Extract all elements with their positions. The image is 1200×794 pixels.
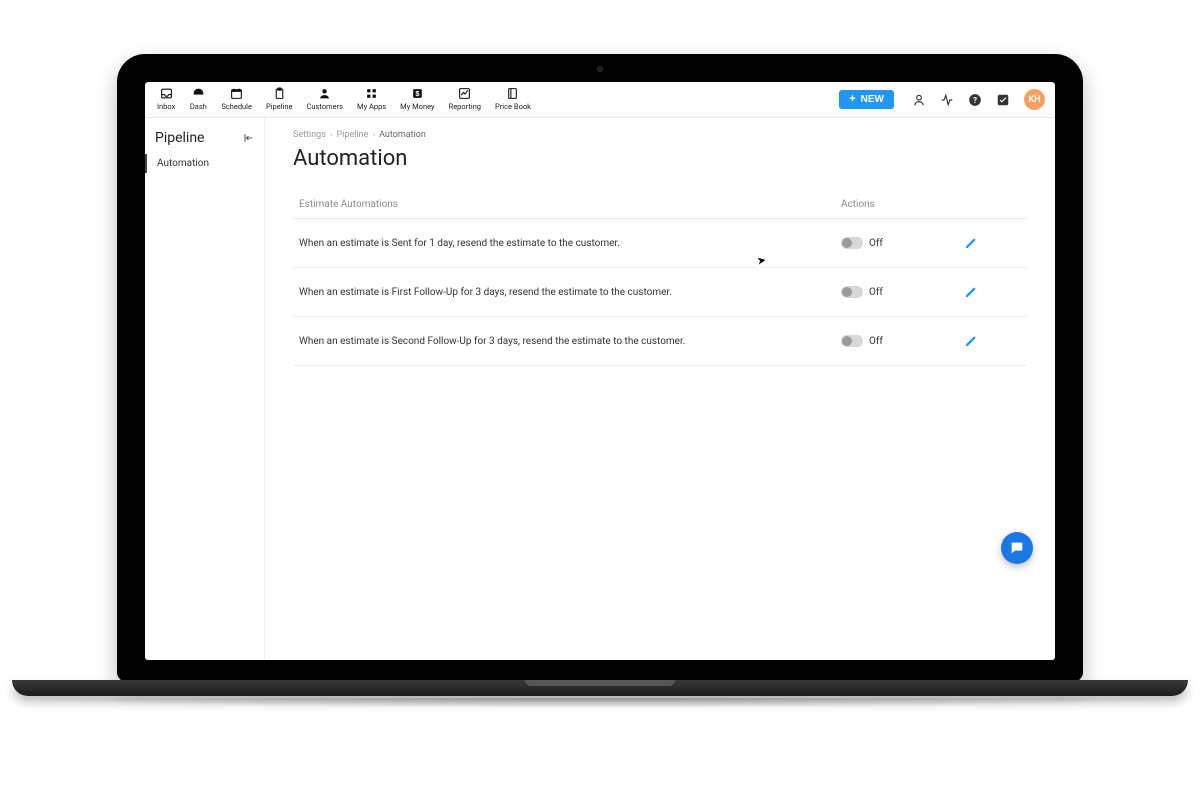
chart-icon — [458, 87, 471, 100]
toggle-switch[interactable] — [841, 335, 863, 347]
apps-grid-icon — [365, 87, 378, 100]
table-row: When an estimate is First Follow-Up for … — [293, 268, 1027, 317]
automation-description: When an estimate is Sent for 1 day, rese… — [299, 238, 841, 249]
new-button[interactable]: + NEW — [839, 90, 894, 109]
breadcrumb-item[interactable]: Settings — [293, 130, 326, 140]
task-check-icon[interactable] — [996, 93, 1010, 107]
automation-edit-cell — [961, 331, 1021, 351]
table-header: Estimate Automations Actions — [293, 199, 1027, 219]
nav-label: Pipeline — [266, 102, 293, 111]
book-icon — [506, 87, 519, 100]
nav-label: Customers — [307, 102, 344, 111]
inbox-icon — [160, 87, 173, 100]
chat-icon — [1009, 540, 1025, 556]
user-outline-icon[interactable] — [912, 93, 926, 107]
automation-description: When an estimate is Second Follow-Up for… — [299, 336, 841, 347]
dollar-icon: $ — [411, 87, 424, 100]
sidebar-item-label: Automation — [157, 158, 209, 169]
nav-pipeline[interactable]: Pipeline — [260, 85, 299, 114]
nav-label: Schedule — [221, 102, 252, 111]
nav-label: My Apps — [357, 102, 386, 111]
automation-toggle: Off — [841, 335, 961, 347]
edit-button[interactable] — [961, 233, 981, 253]
pencil-icon — [964, 236, 978, 250]
automation-description: When an estimate is First Follow-Up for … — [299, 287, 841, 298]
nav-inbox[interactable]: Inbox — [151, 85, 181, 114]
nav-schedule[interactable]: Schedule — [215, 85, 258, 114]
laptop-base — [12, 680, 1188, 696]
automation-toggle: Off — [841, 286, 961, 298]
column-header-description: Estimate Automations — [299, 199, 841, 210]
app-screen: Inbox Dash Schedule — [145, 82, 1055, 660]
primary-nav: Inbox Dash Schedule — [151, 85, 537, 114]
settings-sidebar: Pipeline Automation — [145, 118, 265, 660]
nav-reporting[interactable]: Reporting — [443, 85, 487, 114]
nav-myapps[interactable]: My Apps — [351, 85, 392, 114]
toggle-state-label: Off — [869, 336, 883, 347]
activity-icon[interactable] — [940, 93, 954, 107]
edit-button[interactable] — [961, 282, 981, 302]
automation-edit-cell — [961, 233, 1021, 253]
clipboard-icon — [273, 87, 286, 100]
automation-edit-cell — [961, 282, 1021, 302]
laptop-camera — [597, 66, 603, 72]
nav-label: Reporting — [449, 102, 481, 111]
nav-customers[interactable]: Customers — [301, 85, 350, 114]
new-button-label: NEW — [861, 94, 884, 105]
calendar-icon — [230, 87, 243, 100]
chevron-right-icon: › — [372, 130, 375, 140]
nav-label: Dash — [190, 102, 207, 111]
avatar[interactable]: KH — [1024, 89, 1045, 110]
top-toolbar: Inbox Dash Schedule — [145, 82, 1055, 118]
nav-label: Inbox — [157, 102, 175, 111]
sidebar-item-automation[interactable]: Automation — [145, 154, 264, 173]
nav-mymoney[interactable]: $ My Money — [394, 85, 440, 114]
dashboard-icon — [192, 87, 205, 100]
nav-label: My Money — [400, 102, 434, 111]
breadcrumb: Settings › Pipeline › Automation — [293, 130, 1027, 140]
top-right-icons: ? KH — [912, 89, 1045, 110]
sidebar-title: Pipeline — [155, 130, 205, 146]
app-body: Pipeline Automation Settings › Pipeline … — [145, 118, 1055, 660]
help-icon[interactable]: ? — [968, 93, 982, 107]
column-header-actions: Actions — [841, 199, 961, 210]
chat-launcher[interactable] — [1001, 532, 1033, 564]
automation-toggle: Off — [841, 237, 961, 249]
toggle-state-label: Off — [869, 287, 883, 298]
breadcrumb-current: Automation — [379, 130, 426, 140]
main-content: Settings › Pipeline › Automation Automat… — [265, 118, 1055, 660]
laptop-shadow — [0, 698, 1200, 720]
column-header-edit — [961, 199, 1021, 210]
collapse-sidebar-icon[interactable] — [242, 132, 254, 144]
page-title: Automation — [293, 146, 1027, 171]
toggle-state-label: Off — [869, 238, 883, 249]
edit-button[interactable] — [961, 331, 981, 351]
pencil-icon — [964, 334, 978, 348]
toggle-switch[interactable] — [841, 237, 863, 249]
pencil-icon — [964, 285, 978, 299]
svg-text:?: ? — [973, 94, 977, 104]
avatar-initials: KH — [1028, 95, 1040, 105]
nav-label: Price Book — [495, 102, 531, 111]
breadcrumb-item[interactable]: Pipeline — [337, 130, 369, 140]
person-icon — [318, 87, 331, 100]
table-row: When an estimate is Second Follow-Up for… — [293, 317, 1027, 366]
nav-pricebook[interactable]: Price Book — [489, 85, 537, 114]
plus-icon: + — [849, 94, 855, 105]
chevron-right-icon: › — [330, 130, 333, 140]
nav-dash[interactable]: Dash — [183, 85, 213, 114]
automations-table: Estimate Automations Actions When an est… — [293, 199, 1027, 366]
table-row: When an estimate is Sent for 1 day, rese… — [293, 219, 1027, 268]
toggle-switch[interactable] — [841, 286, 863, 298]
laptop-frame: Inbox Dash Schedule — [117, 54, 1083, 682]
sidebar-header: Pipeline — [145, 130, 264, 154]
